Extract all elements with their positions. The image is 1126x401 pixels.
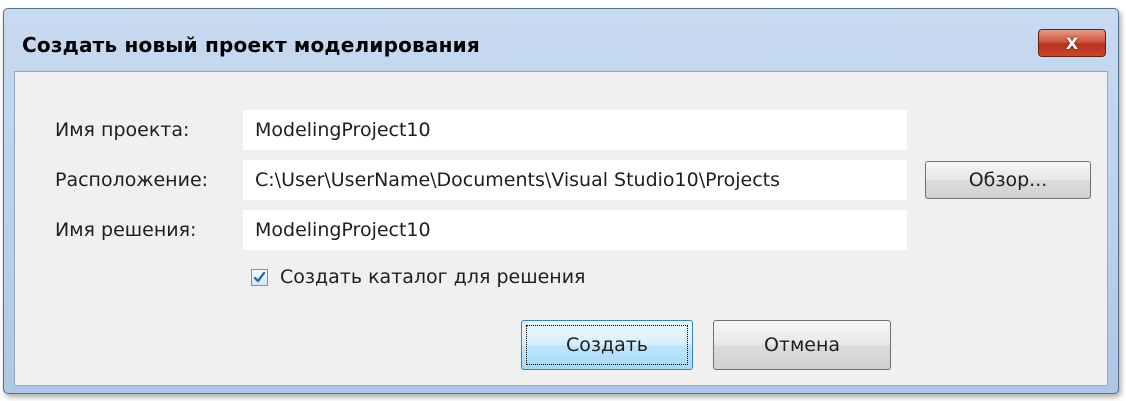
location-label: Расположение: [55, 169, 209, 191]
create-button[interactable]: Создать [521, 320, 693, 370]
create-directory-label: Создать каталог для решения [280, 266, 586, 288]
solution-name-label: Имя решения: [55, 219, 197, 241]
create-button-label: Создать [565, 334, 649, 356]
close-icon: X [1065, 33, 1079, 53]
project-name-label: Имя проекта: [55, 119, 190, 141]
dialog-window: Создать новый проект моделирования X Имя… [3, 8, 1119, 394]
browse-button-label: Обзор... [968, 169, 1048, 191]
cancel-button-label: Отмена [763, 334, 841, 356]
close-button[interactable]: X [1038, 29, 1106, 57]
project-name-input[interactable]: ModelingProject10 [243, 110, 907, 150]
location-input[interactable]: C:\User\UserName\Documents\Visual Studio… [243, 160, 907, 200]
solution-name-input[interactable]: ModelingProject10 [243, 210, 907, 250]
create-directory-checkbox[interactable] [251, 268, 268, 286]
dialog-client-area: Имя проекта: ModelingProject10 Расположе… [14, 71, 1108, 386]
create-directory-option[interactable]: Создать каталог для решения [251, 266, 585, 288]
browse-button[interactable]: Обзор... [925, 161, 1091, 199]
dialog-title: Создать новый проект моделирования [22, 33, 480, 57]
checkmark-icon [253, 271, 266, 282]
cancel-button[interactable]: Отмена [713, 320, 891, 370]
title-bar[interactable]: Создать новый проект моделирования X [4, 9, 1118, 73]
